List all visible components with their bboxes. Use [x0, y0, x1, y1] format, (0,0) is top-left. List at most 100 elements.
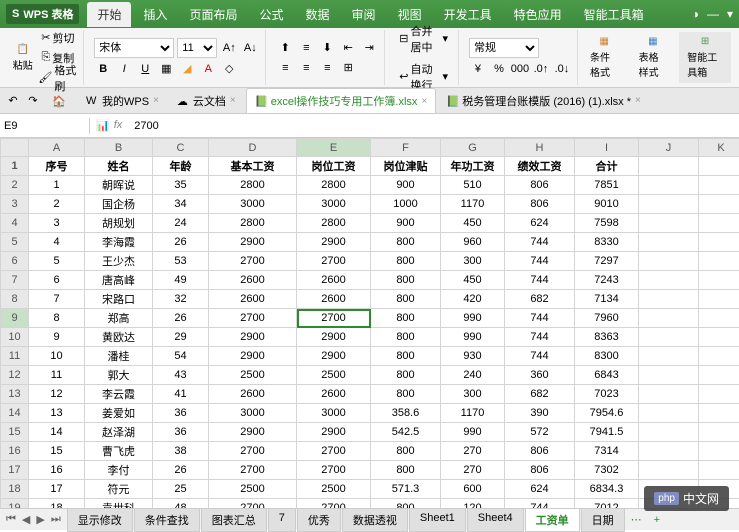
cell[interactable]: 7851: [575, 176, 639, 195]
cell[interactable]: 240: [441, 366, 505, 385]
sheet-tab[interactable]: 显示修改: [67, 508, 133, 532]
sheet-tab[interactable]: Sheet4: [467, 508, 524, 532]
cell[interactable]: 2800: [297, 214, 371, 233]
cell[interactable]: 806: [505, 461, 575, 480]
cell[interactable]: 542.5: [371, 423, 441, 442]
cell[interactable]: [639, 309, 699, 328]
cell[interactable]: 2: [29, 195, 85, 214]
cell[interactable]: 26: [153, 309, 209, 328]
border-button[interactable]: ▦: [157, 60, 175, 78]
redo-button[interactable]: ↷: [24, 92, 42, 110]
cell[interactable]: [699, 290, 739, 309]
cell[interactable]: 16: [29, 461, 85, 480]
cell[interactable]: 2700: [209, 442, 297, 461]
skin-icon[interactable]: ◑: [692, 7, 699, 21]
row-header[interactable]: 14: [1, 404, 29, 423]
cell[interactable]: 744: [505, 347, 575, 366]
cell[interactable]: 41: [153, 385, 209, 404]
header-cell[interactable]: 合计: [575, 157, 639, 176]
cell[interactable]: 744: [505, 252, 575, 271]
document-tab[interactable]: ☁云文档×: [169, 89, 244, 113]
ribbon-tab[interactable]: 数据: [296, 2, 340, 27]
cell[interactable]: 38: [153, 442, 209, 461]
cell[interactable]: 2900: [297, 423, 371, 442]
align-top-button[interactable]: ⬆: [276, 39, 294, 57]
increase-font-button[interactable]: A↑: [220, 39, 238, 57]
cell[interactable]: 358.6: [371, 404, 441, 423]
cell[interactable]: 800: [371, 328, 441, 347]
cell[interactable]: [639, 233, 699, 252]
cell[interactable]: [699, 328, 739, 347]
bold-button[interactable]: B: [94, 60, 112, 78]
cell[interactable]: 2700: [297, 442, 371, 461]
align-right-button[interactable]: ≡: [318, 59, 336, 77]
cell[interactable]: 3000: [209, 404, 297, 423]
cell[interactable]: 7954.6: [575, 404, 639, 423]
cell[interactable]: 800: [371, 290, 441, 309]
cell[interactable]: 3000: [209, 195, 297, 214]
cell[interactable]: 2600: [297, 271, 371, 290]
header-cell[interactable]: 岗位津贴: [371, 157, 441, 176]
cell[interactable]: 符元: [85, 480, 153, 499]
cell[interactable]: 李付: [85, 461, 153, 480]
sheet-tab[interactable]: 条件查找: [134, 508, 200, 532]
cell[interactable]: 270: [441, 442, 505, 461]
ribbon-tab[interactable]: 审阅: [342, 2, 386, 27]
percent-button[interactable]: %: [490, 60, 508, 78]
cell[interactable]: [639, 214, 699, 233]
cell[interactable]: 300: [441, 252, 505, 271]
row-header[interactable]: 7: [1, 271, 29, 290]
cell[interactable]: 8300: [575, 347, 639, 366]
sheet-prev-button[interactable]: ◀: [20, 513, 32, 526]
cell[interactable]: [639, 176, 699, 195]
column-header[interactable]: K: [699, 139, 739, 157]
align-center-button[interactable]: ≡: [297, 59, 315, 77]
cell[interactable]: [699, 233, 739, 252]
cell[interactable]: 800: [371, 442, 441, 461]
table-style-button[interactable]: ▦ 表格样式: [631, 32, 676, 83]
column-header[interactable]: A: [29, 139, 85, 157]
cell[interactable]: 450: [441, 271, 505, 290]
column-header[interactable]: D: [209, 139, 297, 157]
cell[interactable]: 曹飞虎: [85, 442, 153, 461]
ribbon-tab[interactable]: 特色应用: [504, 2, 572, 27]
cell[interactable]: 800: [371, 385, 441, 404]
cell[interactable]: 1: [29, 176, 85, 195]
thousand-button[interactable]: 000: [511, 60, 529, 78]
cell[interactable]: [639, 271, 699, 290]
cell[interactable]: 54: [153, 347, 209, 366]
cell[interactable]: 744: [505, 233, 575, 252]
cell[interactable]: 7598: [575, 214, 639, 233]
cell[interactable]: 2700: [209, 252, 297, 271]
row-header[interactable]: 18: [1, 480, 29, 499]
cell[interactable]: [699, 366, 739, 385]
cell[interactable]: 姜爱如: [85, 404, 153, 423]
sheet-tab[interactable]: 工资单: [525, 508, 580, 532]
cell[interactable]: 2500: [297, 366, 371, 385]
header-cell[interactable]: 年龄: [153, 157, 209, 176]
font-family-select[interactable]: 宋体: [94, 38, 174, 58]
cell[interactable]: 300: [441, 385, 505, 404]
cell[interactable]: 624: [505, 214, 575, 233]
cell[interactable]: 2600: [297, 385, 371, 404]
cell[interactable]: 510: [441, 176, 505, 195]
cell[interactable]: 2700: [297, 252, 371, 271]
cell[interactable]: 572: [505, 423, 575, 442]
cell[interactable]: 1170: [441, 404, 505, 423]
cell[interactable]: 49: [153, 271, 209, 290]
chart-icon[interactable]: 📊: [96, 119, 110, 132]
cell[interactable]: 2900: [297, 233, 371, 252]
chevron-down-icon[interactable]: ▾: [727, 7, 733, 21]
cell[interactable]: 2900: [209, 423, 297, 442]
distribute-button[interactable]: ⊞: [339, 59, 357, 77]
cell[interactable]: [639, 442, 699, 461]
cell[interactable]: 5: [29, 252, 85, 271]
sheet-add-button[interactable]: +: [648, 512, 666, 528]
sheet-more-button[interactable]: ⋯: [625, 511, 648, 528]
sheet-tab[interactable]: 日期: [581, 508, 625, 532]
undo-button[interactable]: ↶: [4, 92, 22, 110]
format-painter-button[interactable]: 🖌 格式刷: [38, 69, 77, 87]
cell[interactable]: 7134: [575, 290, 639, 309]
row-header[interactable]: 2: [1, 176, 29, 195]
name-box[interactable]: E9: [0, 118, 90, 134]
